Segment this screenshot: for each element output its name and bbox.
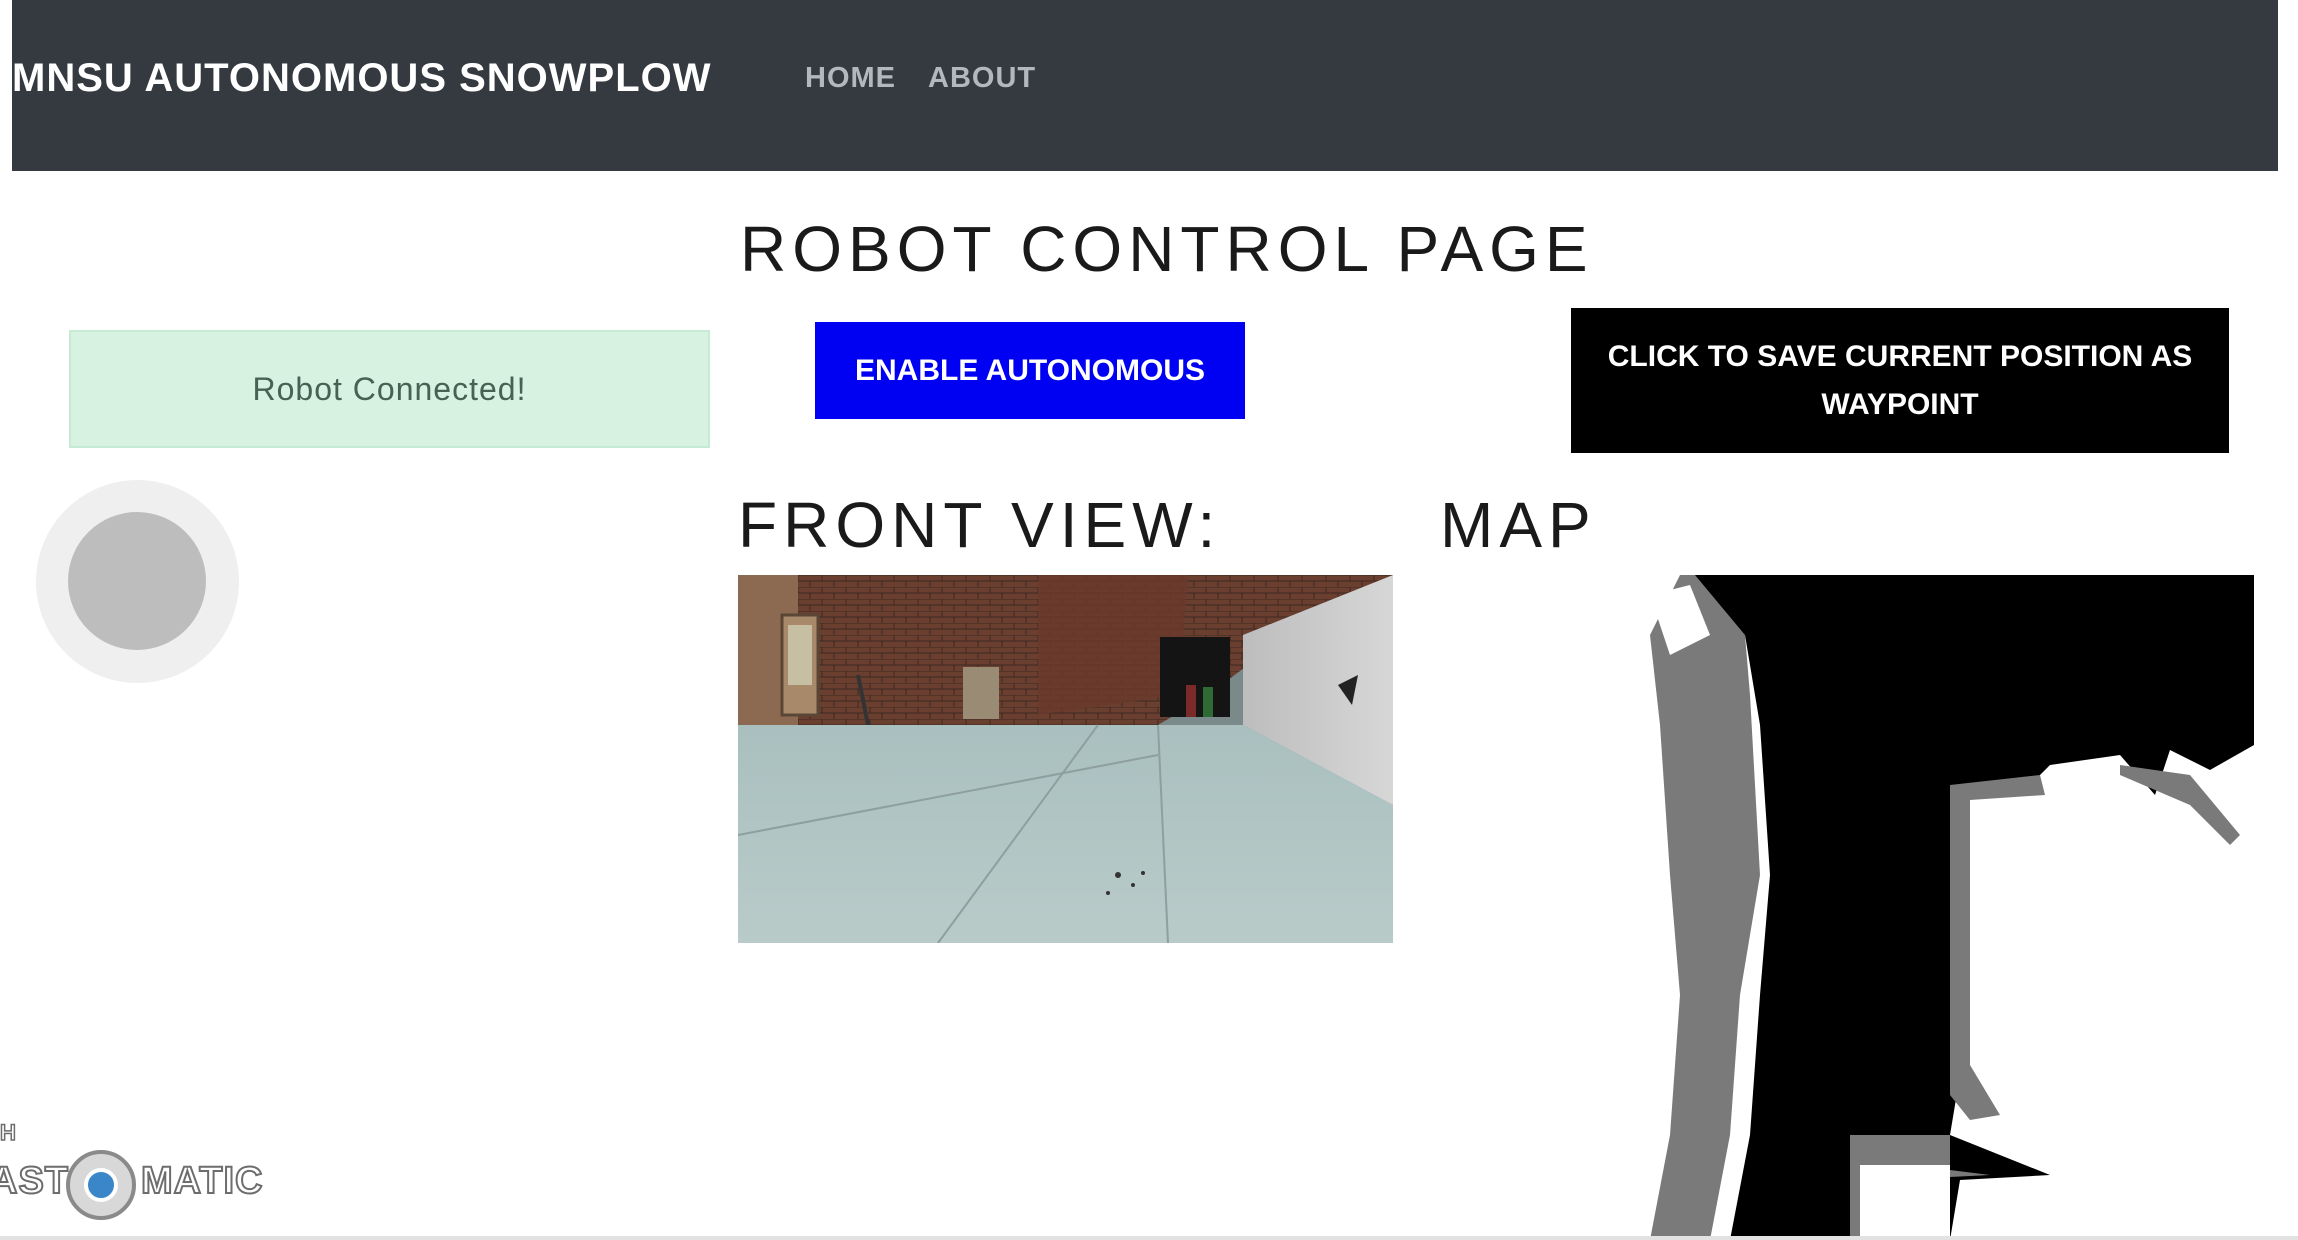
nav-link-about[interactable]: ABOUT: [928, 62, 1036, 95]
save-waypoint-button[interactable]: CLICK TO SAVE CURRENT POSITION AS WAYPOI…: [1571, 308, 2229, 453]
joystick-icon[interactable]: [36, 480, 239, 683]
map-image: [1650, 575, 2254, 1240]
occupancy-map: [1650, 575, 2254, 1240]
front-camera-feed: [738, 575, 1393, 943]
bottom-edge: [0, 1236, 2298, 1240]
nav-link-home[interactable]: HOME: [805, 62, 896, 95]
screencast-watermark: H AST MATIC: [0, 1119, 270, 1230]
watermark-left-text: AST: [0, 1159, 69, 1203]
front-view-heading: FRONT VIEW:: [738, 489, 1222, 561]
enable-autonomous-button[interactable]: ENABLE AUTONOMOUS: [815, 322, 1245, 419]
connection-status-alert: Robot Connected!: [69, 330, 710, 448]
joystick-knob[interactable]: [68, 512, 206, 650]
screencast-logo-icon: [66, 1150, 136, 1220]
brand-title[interactable]: MNSU AUTONOMOUS SNOWPLOW: [12, 56, 712, 101]
navbar: MNSU AUTONOMOUS SNOWPLOW HOME ABOUT: [12, 0, 2278, 171]
watermark-top-text: H: [0, 1119, 17, 1146]
map-heading: MAP: [1440, 489, 1597, 561]
logo-center: [84, 1168, 118, 1202]
connection-status-text: Robot Connected!: [252, 370, 527, 407]
page-title: ROBOT CONTROL PAGE: [740, 213, 1594, 285]
camera-image: [738, 575, 1393, 943]
watermark-right-text: MATIC: [140, 1159, 264, 1203]
